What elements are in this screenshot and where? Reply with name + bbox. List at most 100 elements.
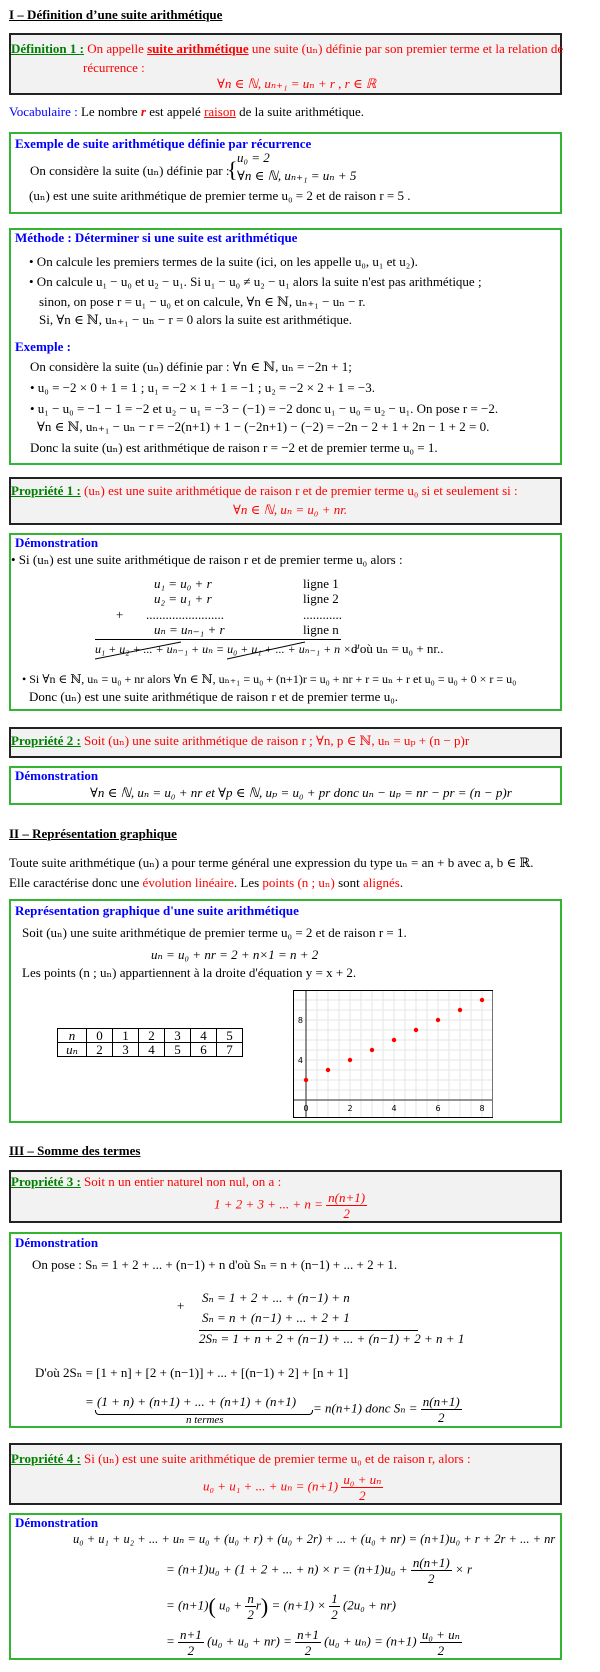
table-cell: uₙ [57, 1042, 87, 1057]
data-point [457, 1007, 463, 1013]
formula-line: = (n+1)( u₀ + n 2 r) = (n+1) × 12 (2u₀ + n… [166, 1591, 396, 1622]
formula: Sₙ = 1 + 2 + ... + (n−1) + n [202, 1290, 350, 1305]
formula: u₀ = 2 [237, 150, 270, 165]
data-point [303, 1077, 309, 1083]
text: de la suite arithmétique. [239, 104, 365, 119]
text: • On calcule u₁ − u₀ et u₂ − u₁. Si u₁ −… [29, 274, 482, 289]
text: • Si ∀n ∈ ℕ, uₙ = u₀ + nr alors ∀n ∈ ℕ, … [22, 672, 517, 686]
x-tick-label: 4 [391, 1104, 396, 1113]
numerator: n+1 [178, 1627, 204, 1643]
text: ............ [303, 607, 342, 622]
formula: (2u₀ + nr) [342, 1597, 396, 1613]
denominator: 2 [359, 1488, 366, 1503]
numerator: u₀ + uₙ [341, 1472, 384, 1488]
numerator: 1 [329, 1591, 340, 1607]
text: d'où uₙ = u₀ + nr.. [351, 641, 444, 656]
numerator: n(n+1) [420, 1394, 462, 1410]
method-box: Méthode : Déterminer si une suite est ar… [9, 228, 562, 465]
box-heading: Représentation graphique d'une suite ari… [15, 903, 299, 918]
formula-line: = n(n+1) donc Sₙ = n(n+1) 2 [313, 1394, 462, 1425]
numerator: n(n+1) [326, 1190, 368, 1206]
data-point [479, 997, 485, 1003]
text: Soit (uₙ) une suite arithmétique de rais… [84, 733, 470, 748]
formula: u₀ + u₁ + ... + uₙ = (n+1) [203, 1478, 339, 1494]
example-box: Exemple de suite arithmétique définie pa… [9, 132, 562, 214]
formula: = (n+1) × [271, 1597, 326, 1613]
text-line: Elle caractérise donc une évolution liné… [9, 875, 403, 891]
x-tick-label: 8 [479, 1104, 484, 1113]
denominator: 2 [428, 1571, 435, 1586]
formula: uₙ = uₙ₋₁ + r [154, 622, 225, 637]
box-heading: Démonstration [15, 1235, 99, 1250]
property-box: Propriété 4 : Si (uₙ) est une suite arit… [9, 1443, 562, 1505]
text: (uₙ) est une suite arithmétique de raiso… [84, 483, 518, 498]
formula: = (n+1)u₀ + (1 + 2 + ... + n) × r = (n+1… [166, 1561, 408, 1577]
property-box: Propriété 2 : Soit (uₙ) une suite arithm… [9, 727, 562, 758]
table-cell: 5 [164, 1042, 191, 1057]
data-point [391, 1037, 397, 1043]
numerator: n [245, 1591, 256, 1607]
text: ∀n ∈ ℕ, uₙ₊₁ − uₙ − r = −2(n+1) + 1 − (−… [37, 419, 490, 434]
text: Soit (uₙ) une suite arithmétique de prem… [22, 925, 407, 940]
text: On pose : Sₙ = 1 + 2 + ... + (n−1) + n d… [32, 1257, 398, 1272]
formula: uₙ = u₀ + nr = 2 + n×1 = n + 2 [151, 947, 319, 962]
numerator: n(n+1) [410, 1555, 452, 1571]
box-heading: Démonstration [15, 535, 99, 550]
text: • Si (uₙ) est une suite arithmétique de … [11, 552, 403, 567]
text: r [140, 104, 146, 119]
property-box: Propriété 3 : Soit n un entier naturel n… [9, 1170, 562, 1223]
text: Donc (uₙ) est une suite arithmétique de … [29, 689, 398, 704]
formula: × r [455, 1561, 473, 1577]
section-title: II – Représentation graphique [9, 826, 177, 841]
denominator: 2 [343, 1206, 350, 1221]
formula: u₀ + u₁ + u₂ + ... + uₙ = u₀ + (u₀ + r) … [73, 1532, 556, 1546]
values-table: n 0 1 2 3 4 5 uₙ 2 3 4 5 6 7 [57, 1028, 243, 1057]
text: Donc la suite (uₙ) est arithmétique de r… [30, 440, 438, 455]
text: ligne n [303, 622, 339, 637]
formula: u₀ + [219, 1597, 243, 1613]
data-point [435, 1017, 441, 1023]
property-label: Propriété 3 : [11, 1174, 81, 1189]
text: On appelle [87, 41, 144, 56]
formula: u₂ = u₁ + r [154, 591, 212, 606]
table-row: n 0 1 2 3 4 5 [57, 1028, 243, 1043]
formula: ∀n ∈ ℕ, uₙ₊₁ = uₙ + r , r ∈ ℝ [217, 76, 377, 91]
table-cell: 5 [216, 1028, 243, 1043]
text: Les points (n ; uₙ) appartiennent à la d… [22, 965, 357, 980]
table-cell: 4 [190, 1028, 217, 1043]
text: • On calcule les premiers termes de la s… [29, 254, 418, 269]
formula: = (1 + n) + (n+1) + ... + (n+1) + (n+1) [85, 1394, 297, 1409]
formula: ∀n ∈ ℕ, uₙ = u₀ + nr et ∀p ∈ ℕ, uₚ = u₀ … [90, 785, 512, 800]
table-cell: 1 [112, 1028, 139, 1043]
formula: ∀n ∈ ℕ, uₙ₊₁ = uₙ + 5 [237, 168, 357, 183]
numerator: u₀ + uₙ [419, 1627, 462, 1643]
denominator: 2 [437, 1643, 445, 1658]
text: alignés [363, 875, 400, 890]
text: (uₙ) est une suite arithmétique de premi… [29, 188, 411, 203]
y-tick-label: 4 [298, 1056, 303, 1065]
text: D'où 2Sₙ = [1 + n] + [2 + (n−1)] + ... +… [35, 1365, 349, 1380]
text: ........................ [146, 607, 224, 622]
table-cell: 4 [138, 1042, 165, 1057]
plus-sign: + [177, 1298, 185, 1313]
demonstration-box: Démonstration • Si (uₙ) est une suite ar… [9, 533, 562, 711]
formula-line: = n+1 2 (u₀ + u₀ + nr) = n+1 2 (u₀ + uₙ) =… [166, 1627, 462, 1658]
denominator: 2 [304, 1643, 312, 1658]
denominator: 2 [331, 1607, 338, 1622]
table-cell: n [57, 1028, 87, 1043]
definition-label: Définition 1 : [11, 41, 84, 56]
text: sont [338, 875, 360, 890]
text: ligne 2 [303, 591, 339, 606]
demonstration-box: Démonstration On pose : Sₙ = 1 + 2 + ...… [9, 1232, 562, 1428]
box-heading: Démonstration [15, 768, 99, 783]
text: . Les [233, 875, 260, 890]
scatter-chart: 0 2 4 6 8 4 8 [293, 990, 493, 1118]
formula: = (n+1) [166, 1597, 209, 1613]
text: Si (uₙ) est une suite arithmétique de pr… [84, 1451, 471, 1466]
brace: { [227, 157, 238, 182]
formula: u₁ = u₀ + r [154, 576, 212, 591]
text: Soit n un entier naturel non nul, on a : [84, 1174, 282, 1189]
y-tick-label: 8 [298, 1016, 303, 1025]
formula-line: = (n+1)u₀ + (1 + 2 + ... + n) × r = (n+1… [166, 1555, 472, 1586]
formula: Sₙ = n + (n−1) + ... + 2 + 1 [202, 1310, 350, 1325]
